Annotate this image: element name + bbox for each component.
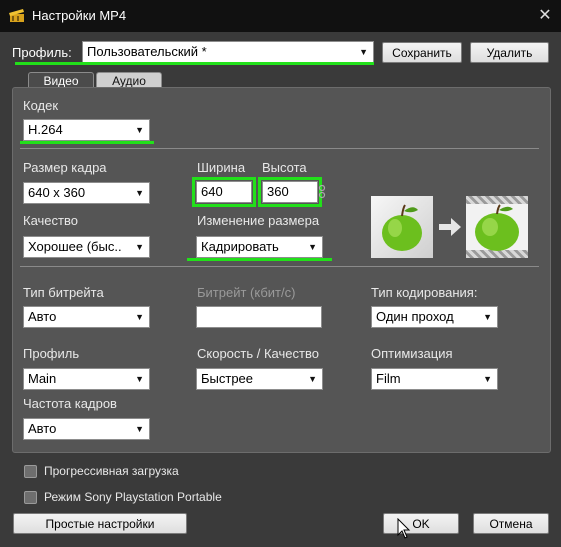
quality-label: Качество [23, 213, 78, 228]
height-input[interactable]: 360 [262, 181, 318, 203]
codec-profile-dropdown[interactable]: Main ▼ [23, 368, 150, 390]
codec-label: Кодек [23, 98, 59, 113]
progressive-label: Прогрессивная загрузка [44, 464, 179, 478]
simple-settings-button[interactable]: Простые настройки [13, 513, 187, 534]
profile-label: Профиль: [12, 45, 72, 60]
cancel-button[interactable]: Отмена [473, 513, 549, 534]
speed-quality-value: Быстрее [201, 371, 254, 386]
resize-dropdown[interactable]: Кадрировать ▼ [196, 236, 323, 258]
apple-icon [475, 204, 519, 251]
bitrate-type-value: Авто [28, 309, 57, 324]
width-label: Ширина [197, 160, 246, 175]
progressive-checkbox[interactable] [24, 465, 37, 478]
chevron-down-icon: ▼ [135, 188, 144, 198]
encoding-type-dropdown[interactable]: Один проход ▼ [371, 306, 498, 328]
resize-highlight [187, 258, 332, 261]
codec-value: H.264 [28, 122, 63, 137]
mouse-cursor-icon [397, 518, 411, 539]
divider [20, 148, 539, 149]
save-profile-button[interactable]: Сохранить [382, 42, 462, 63]
close-icon[interactable]: ✕ [536, 5, 554, 25]
chevron-down-icon: ▼ [135, 374, 144, 384]
frame-size-label: Размер кадра [23, 160, 107, 175]
codec-profile-value: Main [28, 371, 57, 386]
aspect-link-icon[interactable] [318, 185, 326, 199]
speed-quality-dropdown[interactable]: Быстрее ▼ [196, 368, 323, 390]
profile-value: Пользовательский * [87, 44, 207, 59]
profile-highlight [15, 62, 374, 65]
optimization-label: Оптимизация [371, 346, 453, 361]
original-preview [371, 196, 433, 258]
divider [20, 266, 539, 267]
arrow-right-icon [439, 218, 461, 236]
chevron-down-icon: ▼ [359, 47, 368, 57]
bitrate-label: Битрейт (кбит/с) [197, 285, 296, 300]
chevron-down-icon: ▼ [308, 374, 317, 384]
film-clapper-icon [9, 9, 24, 22]
speed-quality-label: Скорость / Качество [197, 346, 319, 361]
codec-dropdown[interactable]: H.264 ▼ [23, 119, 150, 141]
frame-rate-value: Авто [28, 421, 57, 436]
codec-highlight [20, 141, 154, 144]
encoding-type-value: Один проход [376, 309, 454, 324]
chevron-down-icon: ▼ [135, 312, 144, 322]
ok-button[interactable]: OK [383, 513, 459, 534]
chevron-down-icon: ▼ [483, 312, 492, 322]
optimization-dropdown[interactable]: Film ▼ [371, 368, 498, 390]
chevron-down-icon: ▼ [483, 374, 492, 384]
frame-rate-label: Частота кадров [23, 396, 117, 411]
bitrate-input[interactable] [196, 306, 322, 328]
frame-size-value: 640 x 360 [28, 185, 86, 200]
chevron-down-icon: ▼ [308, 242, 317, 252]
bitrate-type-dropdown[interactable]: Авто ▼ [23, 306, 150, 328]
width-input[interactable]: 640 [196, 181, 252, 203]
frame-rate-dropdown[interactable]: Авто ▼ [23, 418, 150, 440]
height-label: Высота [262, 160, 307, 175]
profile-dropdown[interactable]: Пользовательский * ▼ [82, 41, 374, 63]
window-title: Настройки MP4 [32, 8, 127, 23]
optimization-value: Film [376, 371, 401, 386]
frame-size-dropdown[interactable]: 640 x 360 ▼ [23, 182, 150, 204]
chevron-down-icon: ▼ [135, 242, 144, 252]
bitrate-type-label: Тип битрейта [23, 285, 104, 300]
resize-label: Изменение размера [197, 213, 320, 228]
codec-profile-label: Профиль [23, 346, 80, 361]
quality-dropdown[interactable]: Хорошее (быс.. ▼ [23, 236, 150, 258]
title-bar: Настройки MP4 ✕ [0, 0, 561, 32]
psp-checkbox[interactable] [24, 491, 37, 504]
psp-label: Режим Sony Playstation Portable [44, 490, 222, 504]
chevron-down-icon: ▼ [135, 424, 144, 434]
resize-value: Кадрировать [201, 239, 279, 254]
encoding-type-label: Тип кодирования: [371, 285, 478, 300]
cropped-preview [466, 196, 528, 258]
quality-value: Хорошее (быс.. [28, 239, 122, 254]
delete-profile-button[interactable]: Удалить [470, 42, 549, 63]
apple-icon [382, 204, 422, 251]
chevron-down-icon: ▼ [135, 125, 144, 135]
